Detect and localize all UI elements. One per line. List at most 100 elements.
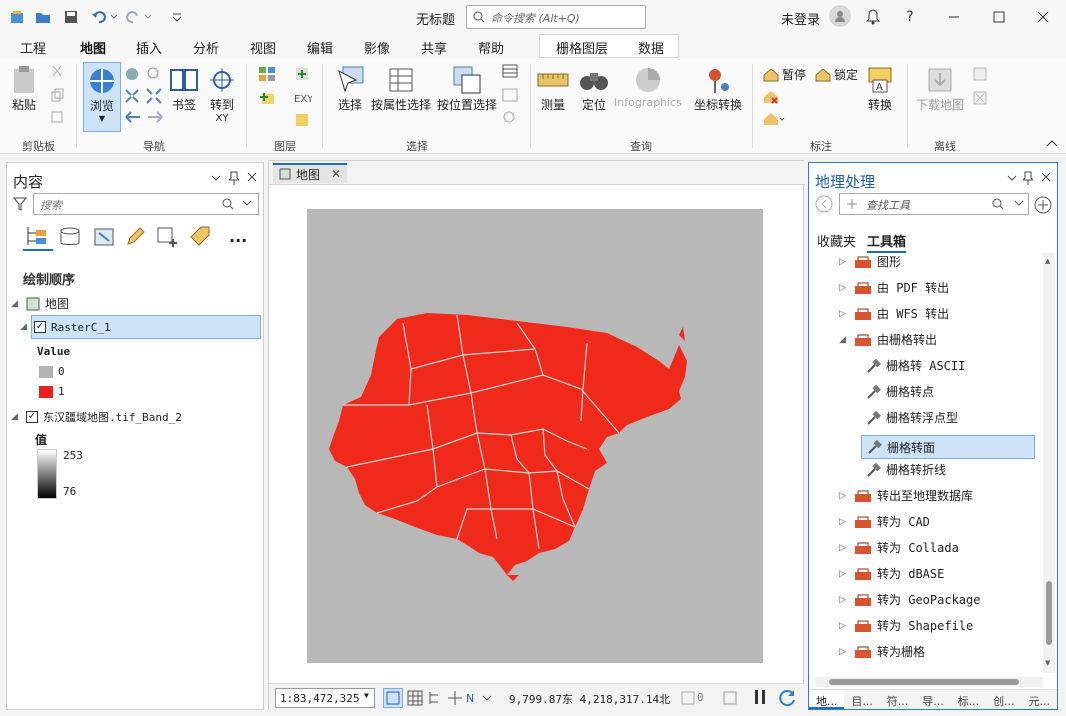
toolset-item[interactable]: ▷ 转为 CAD bbox=[839, 513, 930, 530]
signin-status[interactable]: 未登录 bbox=[781, 9, 820, 28]
tab-insert[interactable]: 插入 bbox=[136, 38, 162, 57]
snap-toggle-icon[interactable] bbox=[447, 690, 463, 706]
add-layer-icon[interactable] bbox=[258, 90, 278, 106]
tool-item[interactable]: 栅格转折线 bbox=[865, 461, 946, 478]
scroll-up-icon[interactable]: ▲ bbox=[1045, 257, 1050, 265]
collapsed-triangle-icon[interactable]: ▷ bbox=[839, 647, 849, 657]
close-pane-icon[interactable] bbox=[247, 172, 257, 182]
download-map-button[interactable]: 下载地图 bbox=[916, 64, 964, 113]
bottom-tab[interactable]: 创... bbox=[986, 690, 1021, 709]
filter-icon[interactable] bbox=[13, 197, 27, 211]
collapsed-triangle-icon[interactable]: ▷ bbox=[839, 543, 849, 553]
zoom-selection-icon[interactable] bbox=[502, 110, 518, 124]
tab-share[interactable]: 共享 bbox=[421, 38, 447, 57]
collapsed-triangle-icon[interactable]: ▷ bbox=[839, 309, 849, 319]
copy-path-icon[interactable] bbox=[50, 110, 64, 124]
maximize-icon[interactable] bbox=[989, 7, 1009, 27]
tab-map[interactable]: 地图 bbox=[80, 38, 107, 62]
toolset-item[interactable]: ▷ 转为 dBASE bbox=[839, 565, 944, 582]
select-by-attributes-button[interactable]: 按属性选择 bbox=[371, 64, 431, 113]
copy-icon[interactable] bbox=[50, 88, 64, 102]
previous-extent-icon[interactable] bbox=[124, 110, 142, 124]
cut-icon[interactable] bbox=[50, 64, 64, 78]
band-layer-row[interactable]: ◢ ✓ 东汉疆域地图.tif_Band_2 bbox=[11, 409, 182, 425]
map-tab[interactable]: 地图 ✕ bbox=[273, 163, 348, 183]
pause-drawing-icon[interactable] bbox=[753, 689, 767, 705]
scrollbar-thumb[interactable] bbox=[1046, 581, 1052, 645]
toolset-item[interactable]: ▷ 转为 Collada bbox=[839, 539, 959, 556]
tab-data[interactable]: 数据 bbox=[638, 38, 664, 57]
collapsed-triangle-icon[interactable]: ▷ bbox=[839, 517, 849, 527]
infographics-button[interactable]: Infographics bbox=[614, 64, 682, 109]
close-tab-icon[interactable]: ✕ bbox=[331, 167, 341, 181]
hierarchy-icon[interactable] bbox=[427, 690, 443, 706]
zoom-in-fixed-icon[interactable] bbox=[124, 88, 140, 104]
select-button[interactable]: 选择 bbox=[334, 64, 366, 113]
explore-button[interactable]: 浏览 ▼ bbox=[83, 62, 121, 132]
bottom-tab[interactable]: 导... bbox=[915, 690, 950, 709]
drawing-order-icon[interactable] bbox=[25, 225, 49, 247]
tab-imagery[interactable]: 影像 bbox=[364, 38, 390, 57]
avatar[interactable] bbox=[829, 5, 851, 27]
collapsed-triangle-icon[interactable]: ▷ bbox=[839, 491, 849, 501]
expanded-triangle-icon[interactable]: ◢ bbox=[839, 335, 849, 345]
pause-labels-button[interactable]: 暂停 bbox=[763, 66, 806, 83]
layer-props-icon[interactable] bbox=[294, 112, 310, 128]
close-icon[interactable] bbox=[1033, 7, 1053, 27]
customize-toolbar-icon[interactable] bbox=[168, 8, 186, 26]
editing-pencil-icon[interactable] bbox=[125, 227, 145, 247]
toolset-item[interactable]: ▷ 转为栅格 bbox=[839, 643, 925, 660]
collapsed-triangle-icon[interactable]: ▷ bbox=[839, 595, 849, 605]
open-folder-icon[interactable] bbox=[34, 8, 52, 26]
clear-selection-icon[interactable] bbox=[502, 88, 518, 102]
xy-table-icon[interactable]: EXY bbox=[294, 90, 312, 106]
remove-offline-icon[interactable] bbox=[972, 90, 988, 106]
selection-view-icon[interactable] bbox=[93, 227, 115, 247]
goto-xy-button[interactable]: 转到 XY bbox=[206, 64, 238, 124]
tool-item[interactable]: 栅格转 ASCII bbox=[865, 357, 965, 374]
tab-help[interactable]: 帮助 bbox=[478, 38, 504, 57]
pane-menu-icon[interactable] bbox=[1007, 173, 1017, 183]
locate-button[interactable]: 定位 bbox=[578, 64, 610, 113]
data-source-icon[interactable] bbox=[59, 227, 81, 247]
labeling-tag-icon[interactable] bbox=[189, 225, 211, 247]
contents-search-input[interactable]: 搜索 bbox=[33, 193, 259, 215]
add-data-icon[interactable] bbox=[294, 66, 310, 82]
sync-icon[interactable] bbox=[972, 66, 988, 82]
command-search-input[interactable]: 命令搜索 (Alt+Q) bbox=[466, 5, 646, 29]
toolset-item[interactable]: ▷ 转出至地理数据库 bbox=[839, 487, 973, 504]
toolset-item[interactable]: ▷ 由 PDF 转出 bbox=[839, 279, 949, 296]
tool-item[interactable]: 栅格转浮点型 bbox=[865, 409, 958, 426]
tool-item[interactable]: 栅格转点 bbox=[865, 383, 934, 400]
full-extent-icon[interactable] bbox=[124, 66, 140, 82]
attributes-icon[interactable] bbox=[502, 64, 518, 78]
minimize-icon[interactable] bbox=[944, 7, 964, 27]
collapsed-triangle-icon[interactable]: ▷ bbox=[839, 621, 849, 631]
map-canvas[interactable] bbox=[307, 209, 763, 663]
fixed-extent-icon[interactable] bbox=[383, 688, 403, 708]
coordinate-conversion-button[interactable]: 坐标转换 bbox=[694, 64, 742, 113]
pane-menu-icon[interactable] bbox=[211, 173, 221, 183]
scale-dropdown[interactable]: 1:83,472,325 ▼ bbox=[275, 688, 375, 708]
north-arrow-icon[interactable]: N bbox=[465, 690, 491, 706]
snapping-icon[interactable] bbox=[157, 227, 179, 249]
vertical-scrollbar[interactable]: ▲ ▼ bbox=[1043, 253, 1055, 673]
collapsed-triangle-icon[interactable]: ▷ bbox=[839, 257, 849, 267]
pin-pane-icon[interactable] bbox=[229, 171, 239, 185]
tab-toolboxes[interactable]: 工具箱 bbox=[867, 231, 907, 253]
bottom-tab[interactable]: 符... bbox=[880, 690, 915, 709]
layer-visibility-checkbox[interactable]: ✓ bbox=[34, 321, 46, 333]
label-options-icon[interactable] bbox=[763, 112, 785, 126]
layout-icon[interactable] bbox=[723, 691, 737, 705]
more-options-icon[interactable]: ··· bbox=[229, 231, 247, 250]
undo-icon[interactable] bbox=[90, 8, 118, 26]
add-icon[interactable] bbox=[1033, 195, 1053, 215]
toolset-item[interactable]: ◢ 由栅格转出 bbox=[839, 331, 937, 348]
bookmarks-button[interactable]: 书签 bbox=[168, 64, 200, 113]
tool-search-input[interactable]: 查找工具 bbox=[839, 193, 1029, 215]
redo-icon[interactable] bbox=[124, 8, 152, 26]
paste-button[interactable]: 粘贴 bbox=[8, 64, 40, 113]
zoom-out-fixed-icon[interactable] bbox=[146, 88, 162, 104]
tab-edit[interactable]: 编辑 bbox=[307, 38, 333, 57]
tab-analysis[interactable]: 分析 bbox=[193, 38, 219, 57]
